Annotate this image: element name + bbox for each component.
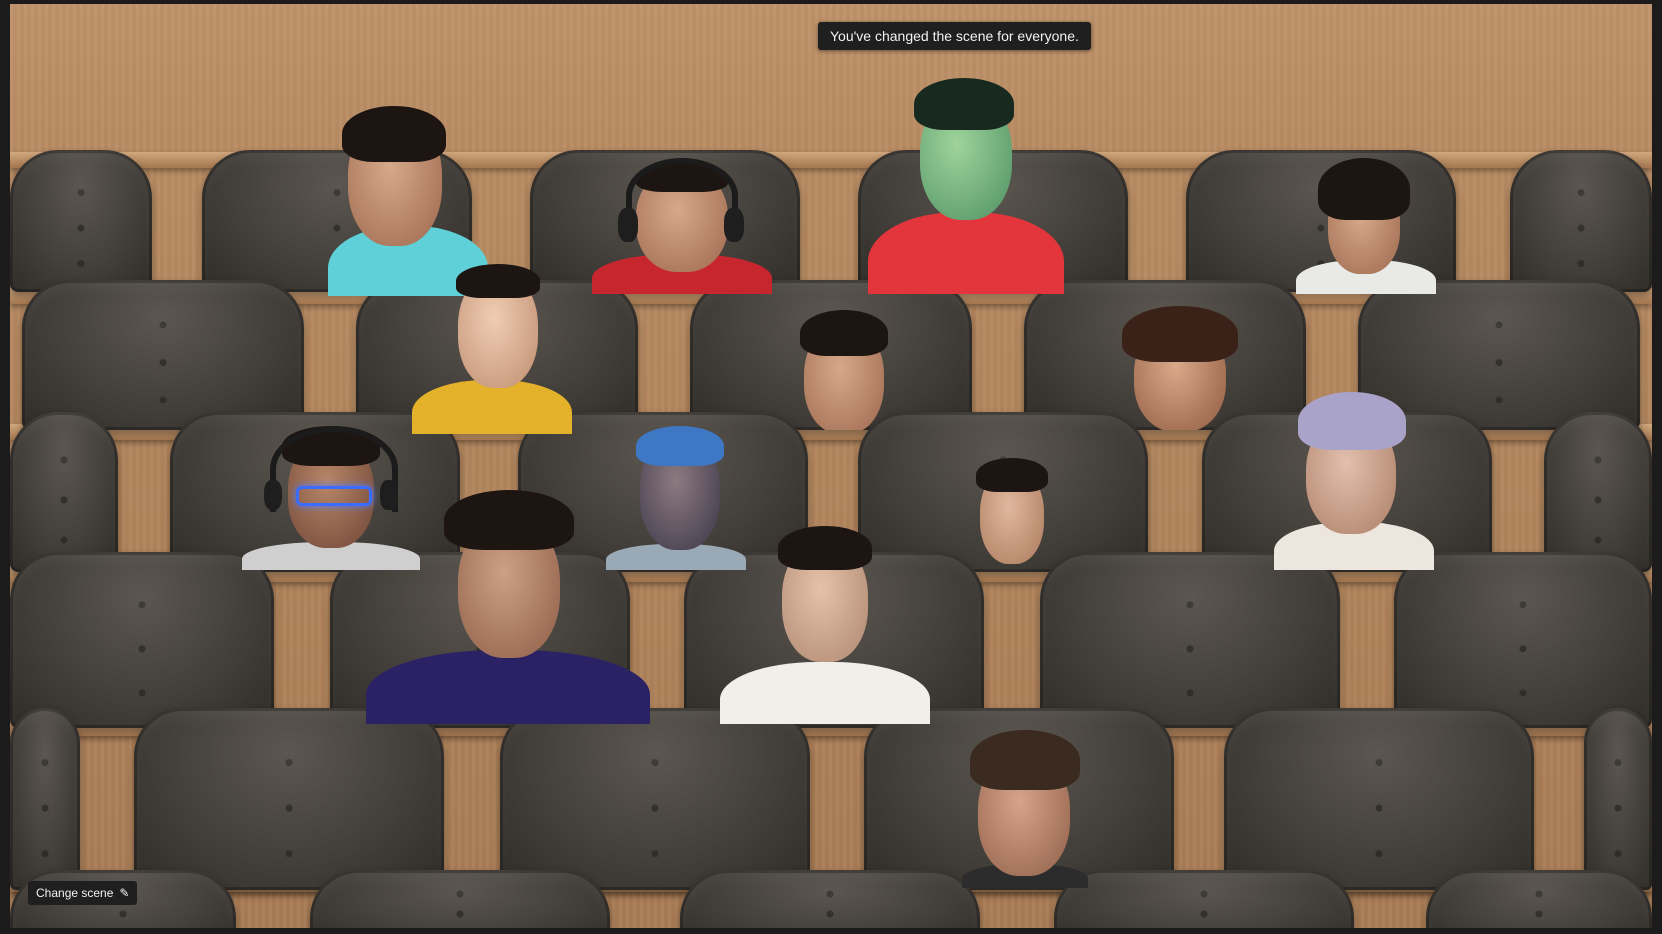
participant-hair bbox=[778, 526, 872, 570]
participant-hair bbox=[1122, 306, 1238, 362]
participant-video[interactable] bbox=[412, 258, 572, 434]
participant-hair bbox=[970, 730, 1080, 790]
change-scene-button[interactable]: Change scene ✎ bbox=[28, 881, 138, 905]
headset-icon bbox=[626, 158, 738, 234]
seat bbox=[680, 870, 980, 928]
participant-video[interactable] bbox=[366, 490, 650, 724]
participant-shirt bbox=[868, 212, 1064, 294]
pencil-icon: ✎ bbox=[119, 886, 130, 900]
participant-hair bbox=[914, 78, 1014, 130]
participant-hair bbox=[636, 426, 724, 466]
seat bbox=[22, 280, 304, 430]
participant-video[interactable] bbox=[720, 526, 930, 724]
participant-hair bbox=[456, 264, 540, 298]
seat bbox=[1544, 412, 1652, 572]
seat bbox=[134, 708, 444, 890]
participant-hair bbox=[1318, 158, 1410, 220]
seat bbox=[10, 708, 80, 890]
seat bbox=[500, 708, 810, 890]
participant-hair bbox=[342, 106, 446, 162]
participant-video[interactable] bbox=[592, 158, 772, 294]
participant-shirt bbox=[720, 662, 930, 724]
participant-hair bbox=[444, 490, 574, 550]
participant-shirt bbox=[412, 380, 572, 434]
participant-video[interactable] bbox=[1110, 304, 1250, 430]
participant-hair bbox=[1298, 392, 1406, 450]
earcup bbox=[724, 208, 744, 242]
participant-video[interactable] bbox=[1296, 154, 1436, 294]
seat bbox=[10, 412, 118, 572]
participant-video[interactable] bbox=[868, 76, 1064, 294]
seat bbox=[10, 552, 274, 728]
scene-changed-notification: You've changed the scene for everyone. bbox=[818, 22, 1091, 50]
participant-video[interactable] bbox=[1274, 392, 1434, 570]
seat bbox=[1584, 708, 1652, 890]
auditorium-scene bbox=[10, 4, 1652, 928]
earcup bbox=[618, 208, 638, 242]
seat bbox=[1040, 552, 1340, 728]
participant-shirt bbox=[366, 650, 650, 724]
participant-hair bbox=[976, 458, 1048, 492]
glasses-icon bbox=[296, 486, 372, 506]
seat bbox=[1510, 150, 1652, 292]
seat bbox=[310, 870, 610, 928]
participant-video[interactable] bbox=[794, 310, 894, 430]
seat bbox=[1054, 870, 1354, 928]
seat bbox=[10, 150, 152, 292]
seat bbox=[1224, 708, 1534, 890]
participant-video[interactable] bbox=[962, 730, 1088, 888]
earcup bbox=[264, 480, 282, 510]
together-mode-stage: You've changed the scene for everyone. C… bbox=[0, 0, 1662, 934]
seat bbox=[1426, 870, 1652, 928]
change-scene-label: Change scene bbox=[36, 886, 114, 900]
participant-video[interactable] bbox=[968, 456, 1058, 570]
bottom-border bbox=[0, 928, 1662, 934]
seat bbox=[1394, 552, 1652, 728]
participant-hair bbox=[800, 310, 888, 356]
